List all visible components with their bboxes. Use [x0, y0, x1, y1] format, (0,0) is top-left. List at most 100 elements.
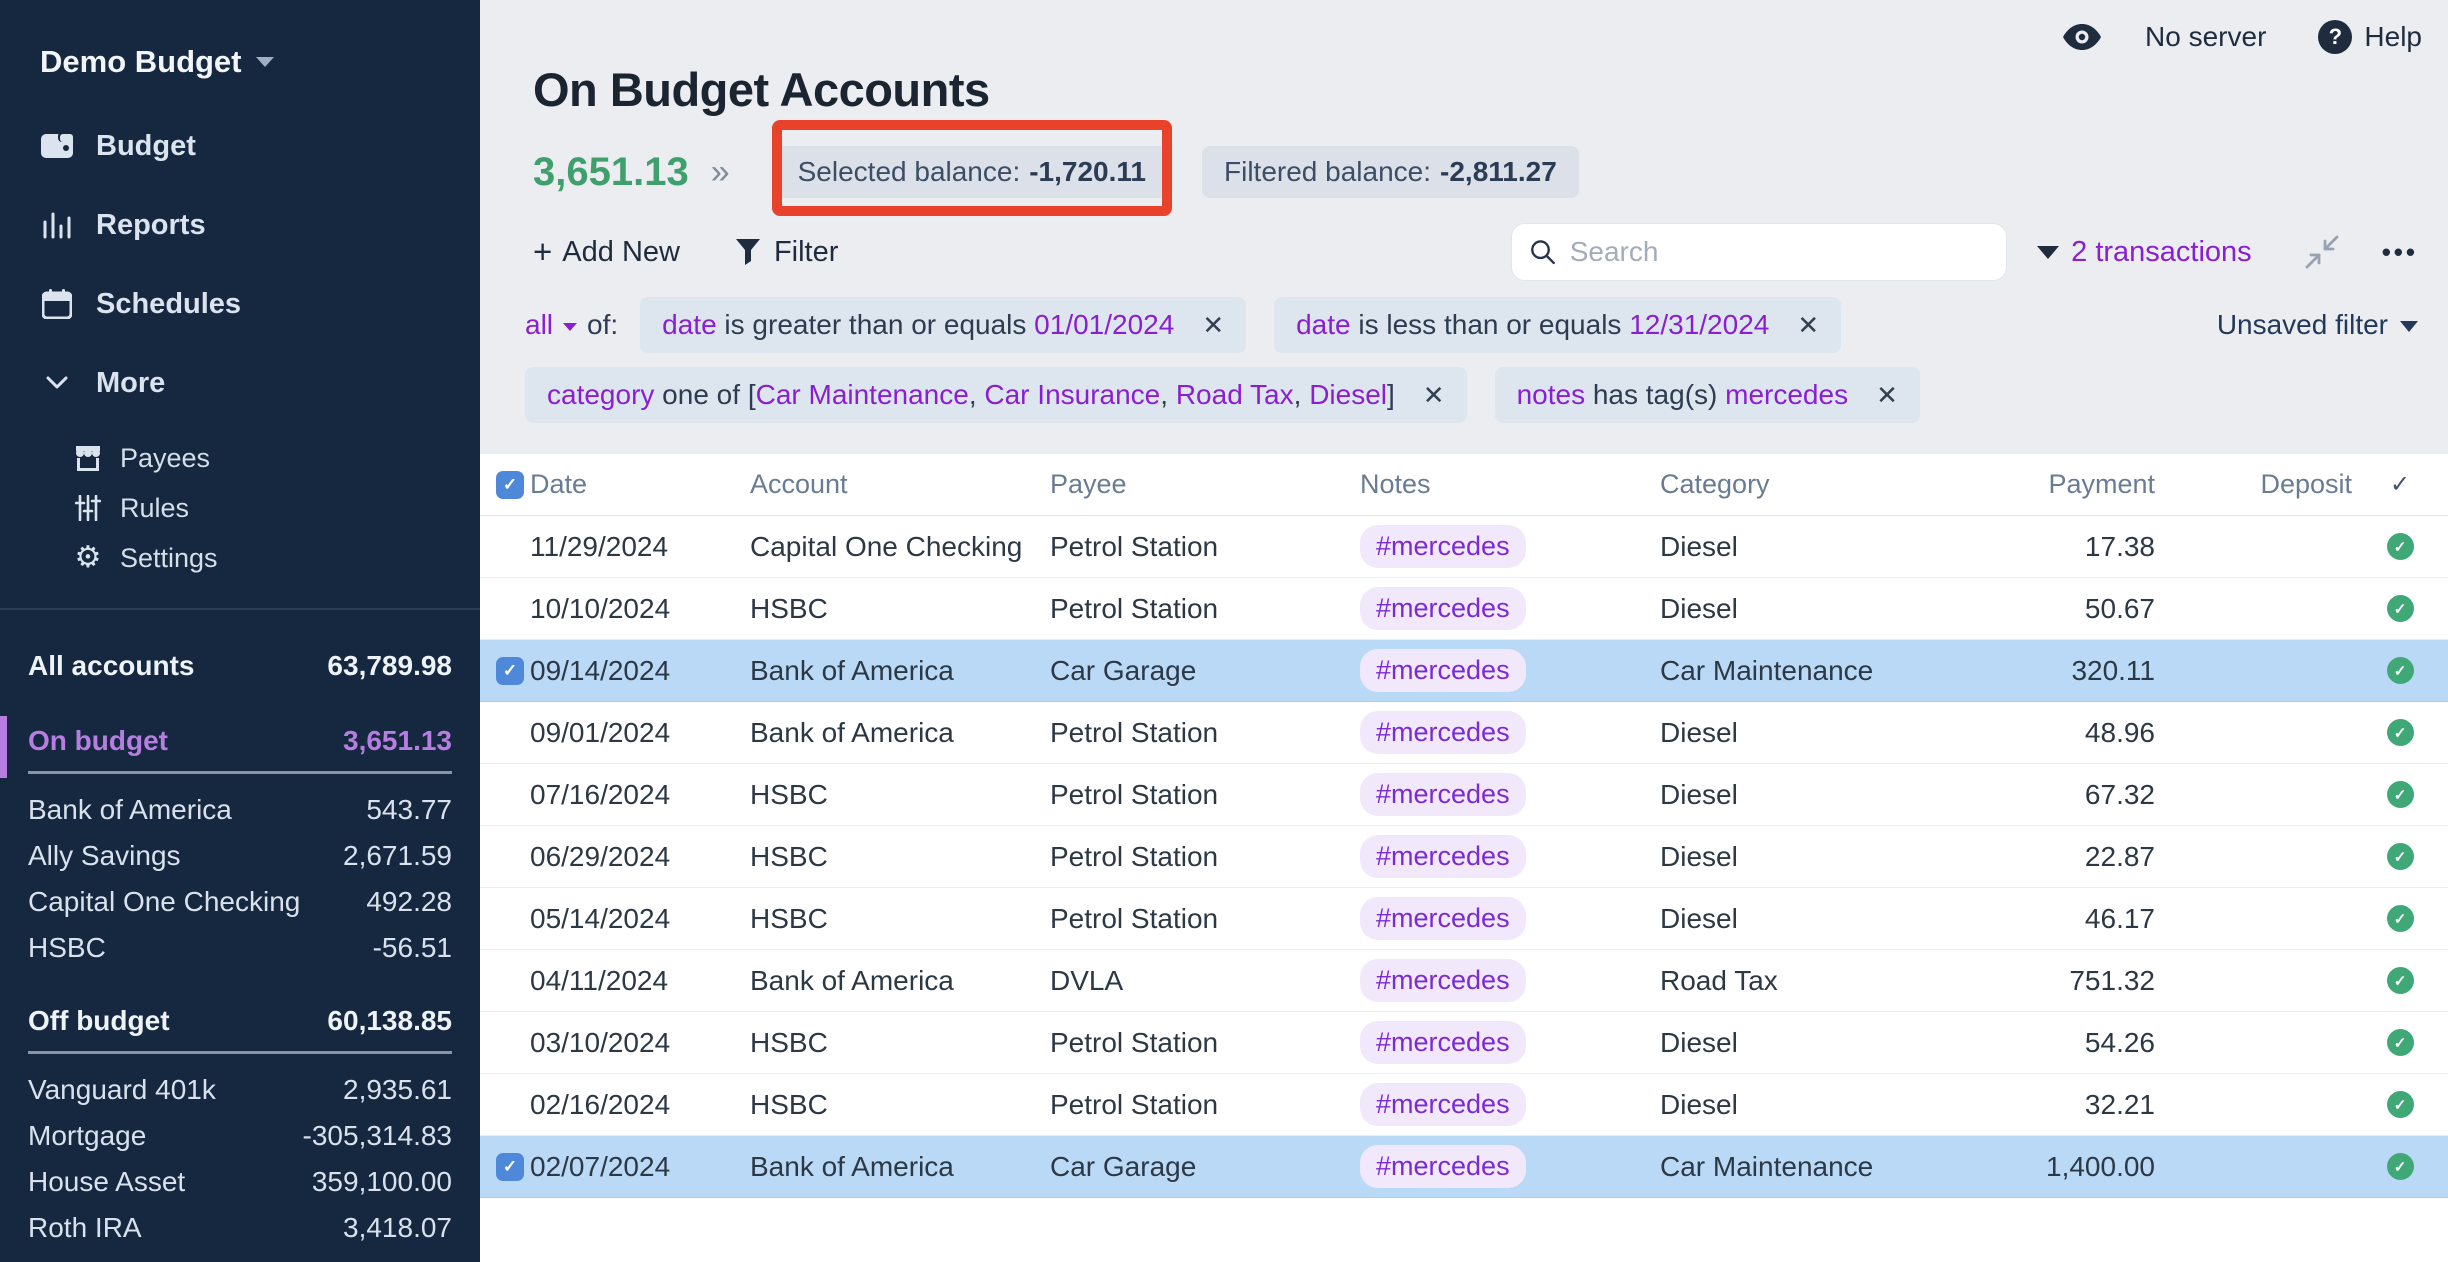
account-row-ally-savings[interactable]: Ally Savings 2,671.59	[28, 838, 452, 874]
sidebar-item-rules[interactable]: Rules	[0, 486, 480, 530]
account-balance: 492.28	[366, 886, 452, 918]
account-row-on-budget[interactable]: On budget 3,651.13	[28, 722, 452, 774]
sidebar-item-label: Rules	[120, 493, 189, 524]
sidebar-item-schedules[interactable]: Schedules	[0, 278, 480, 330]
filter-condition-chip[interactable]: date is greater than or equals 01/01/202…	[640, 297, 1246, 353]
account-label: Capital One Checking	[28, 886, 300, 918]
column-header-category: Category	[1660, 469, 1900, 500]
filter-condition-chip[interactable]: category one of [Car Maintenance, Car In…	[525, 367, 1467, 423]
sidebar: Demo Budget Budget Reports Schedules	[0, 0, 480, 1262]
search-input[interactable]	[1570, 236, 1988, 268]
cleared-icon[interactable]: ✓	[2387, 781, 2414, 808]
cell-notes: #mercedes	[1360, 1083, 1660, 1126]
filter-condition-chip[interactable]: date is less than or equals 12/31/2024✕	[1274, 297, 1841, 353]
cell-payment: 751.32	[1900, 965, 2155, 997]
no-server-button[interactable]: No server	[2145, 21, 2266, 53]
row-checkbox[interactable]: ✓	[496, 1153, 524, 1181]
filter-button[interactable]: Filter	[736, 236, 838, 269]
cleared-icon[interactable]: ✓	[2387, 1091, 2414, 1118]
account-row-all-accounts[interactable]: All accounts 63,789.98	[28, 646, 452, 686]
cell-payee: Petrol Station	[1050, 531, 1360, 563]
account-balance: 2,671.59	[343, 840, 452, 872]
cleared-icon[interactable]: ✓	[2387, 719, 2414, 746]
help-label: Help	[2364, 21, 2422, 53]
table-row[interactable]: 11/29/2024 Capital One Checking Petrol S…	[480, 516, 2448, 578]
cell-account: Bank of America	[750, 965, 1050, 997]
account-label: All accounts	[28, 650, 194, 682]
cell-payee: Petrol Station	[1050, 841, 1360, 873]
collapse-transactions-icon[interactable]	[2304, 234, 2340, 270]
account-row-vanguard-401k[interactable]: Vanguard 401k 2,935.61	[28, 1072, 452, 1108]
more-menu-button[interactable]: •••	[2382, 237, 2418, 268]
cell-date: 02/07/2024	[530, 1151, 750, 1183]
chevron-down-icon	[40, 367, 74, 399]
cleared-icon[interactable]: ✓	[2387, 1153, 2414, 1180]
remove-filter-button[interactable]: ✕	[1202, 310, 1224, 341]
note-tag: #mercedes	[1360, 1083, 1526, 1126]
account-row-mortgage[interactable]: Mortgage -305,314.83	[28, 1118, 452, 1154]
cell-payee: Car Garage	[1050, 1151, 1360, 1183]
account-row-off-budget[interactable]: Off budget 60,138.85	[28, 1002, 452, 1054]
account-balance: 359,100.00	[312, 1166, 452, 1198]
account-row-hsbc[interactable]: HSBC -56.51	[28, 930, 452, 966]
account-row-bank-of-america[interactable]: Bank of America 543.77	[28, 792, 452, 828]
cleared-icon[interactable]: ✓	[2387, 843, 2414, 870]
note-tag: #mercedes	[1360, 525, 1526, 568]
table-row[interactable]: 07/16/2024 HSBC Petrol Station #mercedes…	[480, 764, 2448, 826]
table-row[interactable]: 10/10/2024 HSBC Petrol Station #mercedes…	[480, 578, 2448, 640]
table-row[interactable]: 05/14/2024 HSBC Petrol Station #mercedes…	[480, 888, 2448, 950]
table-row-selected[interactable]: ✓ 02/07/2024 Bank of America Car Garage …	[480, 1136, 2448, 1198]
account-row-capital-one-checking[interactable]: Capital One Checking 492.28	[28, 884, 452, 920]
sidebar-item-payees[interactable]: Payees	[0, 436, 480, 480]
account-row-house-asset[interactable]: House Asset 359,100.00	[28, 1164, 452, 1200]
cleared-icon[interactable]: ✓	[2387, 533, 2414, 560]
add-new-button[interactable]: + Add New	[533, 236, 680, 269]
filter-match-dropdown[interactable]: all of:	[525, 309, 618, 341]
cleared-icon[interactable]: ✓	[2387, 967, 2414, 994]
account-label: Vanguard 401k	[28, 1074, 216, 1106]
cleared-icon[interactable]: ✓	[2387, 657, 2414, 684]
privacy-eye-icon[interactable]	[2063, 24, 2101, 50]
sidebar-item-more[interactable]: More	[0, 357, 480, 409]
cleared-icon[interactable]: ✓	[2387, 1029, 2414, 1056]
table-row[interactable]: 03/10/2024 HSBC Petrol Station #mercedes…	[480, 1012, 2448, 1074]
row-checkbox[interactable]: ✓	[496, 657, 524, 685]
remove-filter-button[interactable]: ✕	[1797, 310, 1819, 341]
account-row-roth-ira[interactable]: Roth IRA 3,418.07	[28, 1210, 452, 1246]
funnel-icon	[736, 239, 760, 265]
note-tag: #mercedes	[1360, 773, 1526, 816]
filter-condition-chip[interactable]: notes has tag(s) mercedes✕	[1495, 367, 1920, 423]
cleared-icon[interactable]: ✓	[2387, 905, 2414, 932]
sidebar-item-reports[interactable]: Reports	[0, 199, 480, 251]
cleared-icon[interactable]: ✓	[2387, 595, 2414, 622]
account-balance: 3,418.07	[343, 1212, 452, 1244]
sidebar-item-label: Payees	[120, 443, 210, 474]
remove-filter-button[interactable]: ✕	[1423, 380, 1445, 411]
cell-payment: 48.96	[1900, 717, 2155, 749]
budget-switcher[interactable]: Demo Budget	[40, 44, 274, 80]
table-row[interactable]: 04/11/2024 Bank of America DVLA #mercede…	[480, 950, 2448, 1012]
cell-notes: #mercedes	[1360, 1145, 1660, 1188]
table-row[interactable]: 02/16/2024 HSBC Petrol Station #mercedes…	[480, 1074, 2448, 1136]
transactions-count-dropdown[interactable]: 2 transactions	[2037, 236, 2252, 269]
help-button[interactable]: ? Help	[2318, 20, 2422, 54]
sliders-icon	[74, 494, 102, 522]
sidebar-nav: Budget Reports Schedules More	[0, 120, 480, 580]
account-total-balance[interactable]: 3,651.13	[533, 150, 689, 195]
table-row[interactable]: 06/29/2024 HSBC Petrol Station #mercedes…	[480, 826, 2448, 888]
cell-payee: Petrol Station	[1050, 717, 1360, 749]
caret-down-icon	[563, 323, 577, 331]
table-row[interactable]: 09/01/2024 Bank of America Petrol Statio…	[480, 702, 2448, 764]
table-row-selected[interactable]: ✓ 09/14/2024 Bank of America Car Garage …	[480, 640, 2448, 702]
cell-payment: 22.87	[1900, 841, 2155, 873]
expand-balances-icon[interactable]: »	[711, 153, 730, 192]
unsaved-filter-menu[interactable]: Unsaved filter	[2217, 309, 2418, 341]
sidebar-item-settings[interactable]: ⚙ Settings	[0, 536, 480, 580]
remove-filter-button[interactable]: ✕	[1876, 380, 1898, 411]
sidebar-item-budget[interactable]: Budget	[0, 120, 480, 172]
select-all-checkbox[interactable]: ✓	[496, 471, 524, 499]
transactions-count: 2 transactions	[2071, 236, 2252, 269]
cell-payment: 17.38	[1900, 531, 2155, 563]
page-title: On Budget Accounts	[533, 62, 2448, 117]
cell-date: 04/11/2024	[530, 965, 750, 997]
